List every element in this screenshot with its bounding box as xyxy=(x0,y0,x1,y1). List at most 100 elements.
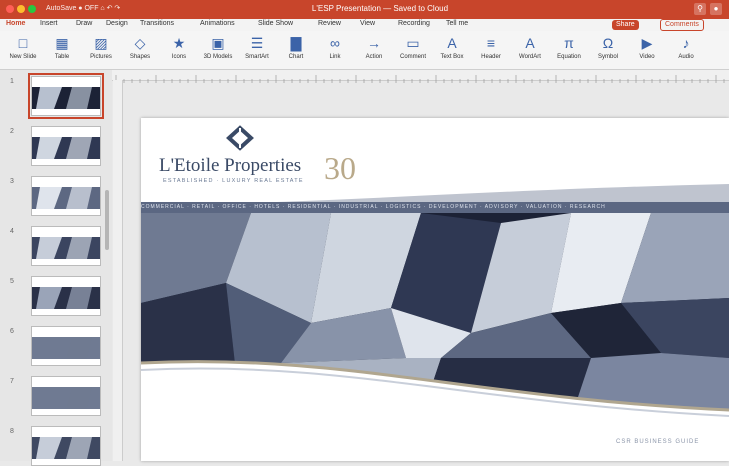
audio-icon: ♪ xyxy=(682,35,690,51)
ribbon-tabs: Share Comments Home Insert Draw Design Trans… xyxy=(0,19,729,31)
shapes-button[interactable]: ◇ Shapes xyxy=(123,34,157,60)
slide-thumbnail[interactable] xyxy=(28,73,104,119)
user-avatar[interactable]: ● xyxy=(710,3,722,15)
equation-button[interactable]: π Equation xyxy=(552,34,586,60)
video-icon: ▶ xyxy=(641,35,653,51)
icons-icon: ★ xyxy=(172,35,186,51)
slide-number: 6 xyxy=(10,328,14,335)
picture-icon: ▨ xyxy=(94,35,108,51)
pictures-button[interactable]: ▨ Pictures xyxy=(84,34,118,60)
slide-thumbnail[interactable] xyxy=(31,426,101,466)
share-button[interactable]: Share xyxy=(612,20,639,30)
action-icon: → xyxy=(367,35,381,51)
tab-recording[interactable]: Recording xyxy=(398,20,430,27)
cube-icon: ▣ xyxy=(211,35,225,51)
smartart-button[interactable]: ☰ SmartArt xyxy=(240,34,274,60)
new-slide-icon: □ xyxy=(18,35,28,51)
slide-number: 4 xyxy=(10,228,14,235)
ribbon-button-label: Audio xyxy=(678,54,694,60)
ribbon-button-label: Shapes xyxy=(129,54,151,60)
footer-swoosh xyxy=(141,360,729,418)
zoom-window-button[interactable] xyxy=(28,5,36,13)
icons-button[interactable]: ★ Icons xyxy=(162,34,196,60)
tab-design[interactable]: Design xyxy=(106,20,128,27)
slide-footer-text: CSR BUSINESS GUIDE xyxy=(616,439,700,445)
3d-models-button[interactable]: ▣ 3D Models xyxy=(201,34,235,60)
tab-transitions[interactable]: Transitions xyxy=(140,20,174,27)
ribbon-toolbar: □ New Slide ▦ Table ▨ Pictures ◇ Shapes ★ Icons ▣ 3… xyxy=(0,31,729,70)
slide-number: 7 xyxy=(10,378,14,385)
ribbon-button-label: Comment xyxy=(399,54,426,60)
link-icon: ∞ xyxy=(330,35,340,51)
ribbon-button-label: New Slide xyxy=(9,54,37,60)
new-slide-button[interactable]: □ New Slide xyxy=(6,34,40,60)
ribbon-button-label: Action xyxy=(365,54,383,60)
title-bar: AutoSave ● OFF ⌂ ↶ ↷ L'ESP Presentation … xyxy=(0,0,729,19)
wordart-icon: A xyxy=(525,35,535,51)
textbox-icon: A xyxy=(447,35,457,51)
slide-thumbnail[interactable] xyxy=(31,376,101,416)
slide-number: 5 xyxy=(10,278,14,285)
symbol-icon: Ω xyxy=(602,35,614,51)
slide-number: 2 xyxy=(10,128,14,135)
ribbon-button-label: Icons xyxy=(171,54,187,60)
slide-thumbnail[interactable] xyxy=(31,276,101,316)
ribbon-button-label: Chart xyxy=(288,54,304,60)
slide-nav-strip: COMMERCIAL · RETAIL · OFFICE · HOTELS · … xyxy=(141,202,729,213)
current-slide[interactable]: L'Etoile Properties ESTABLISHED · LUXURY… xyxy=(141,118,729,461)
tab-animations[interactable]: Animations xyxy=(200,20,235,27)
slide-thumbnail[interactable] xyxy=(31,226,101,266)
anniversary-mark: 30 xyxy=(324,150,356,186)
comment-button[interactable]: ▭ Comment xyxy=(396,34,430,60)
smartart-icon: ☰ xyxy=(250,35,264,51)
ribbon-button-label: Table xyxy=(54,54,70,60)
tab-draw[interactable]: Draw xyxy=(76,20,92,27)
minimize-window-button[interactable] xyxy=(17,5,25,13)
header-icon: ≡ xyxy=(486,35,496,51)
ruler-ticks xyxy=(115,75,725,83)
search-icon[interactable]: ⚲ xyxy=(694,3,706,15)
tab-insert[interactable]: Insert xyxy=(40,20,58,27)
tab-review[interactable]: Review xyxy=(318,20,341,27)
wordart-button[interactable]: A WordArt xyxy=(513,34,547,60)
ribbon-button-label: 3D Models xyxy=(203,54,233,60)
ribbon-button-label: Header xyxy=(481,54,501,60)
close-window-button[interactable] xyxy=(6,5,14,13)
horizontal-ruler xyxy=(112,70,729,83)
video-button[interactable]: ▶ Video xyxy=(630,34,664,60)
slide-thumbnail-panel: 1 2 3 4 5 6 7 8 xyxy=(0,70,113,466)
panel-scrollbar[interactable] xyxy=(105,190,109,250)
ribbon-button-label: Pictures xyxy=(90,54,112,60)
header-button[interactable]: ≡ Header xyxy=(474,34,508,60)
ribbon-button-label: Equation xyxy=(557,54,581,60)
slide-number: 8 xyxy=(10,428,14,435)
shapes-icon: ◇ xyxy=(134,35,146,51)
tab-slide-show[interactable]: Slide Show xyxy=(258,20,293,27)
slide-thumbnail[interactable] xyxy=(31,126,101,166)
tab-tell-me[interactable]: Tell me xyxy=(446,20,468,27)
brand-name: L'Etoile Properties xyxy=(159,155,302,176)
slide-number: 3 xyxy=(10,178,14,185)
quick-access-toolbar[interactable]: AutoSave ● OFF ⌂ ↶ ↷ xyxy=(46,4,120,12)
table-button[interactable]: ▦ Table xyxy=(45,34,79,60)
tab-view[interactable]: View xyxy=(360,20,375,27)
ribbon-button-label: Video xyxy=(639,54,655,60)
ribbon-button-label: Symbol xyxy=(597,54,618,60)
comment-icon: ▭ xyxy=(406,35,420,51)
slide-thumbnail[interactable] xyxy=(31,176,101,216)
chart-button[interactable]: ▇ Chart xyxy=(279,34,313,60)
ribbon-button-label: Link xyxy=(329,54,341,60)
brand-logo xyxy=(226,125,254,151)
link-button[interactable]: ∞ Link xyxy=(318,34,352,60)
ribbon-button-label: SmartArt xyxy=(245,54,269,60)
text-box-button[interactable]: A Text Box xyxy=(435,34,469,60)
chart-icon: ▇ xyxy=(290,35,302,51)
symbol-button[interactable]: Ω Symbol xyxy=(591,34,625,60)
action-button[interactable]: → Action xyxy=(357,34,391,60)
audio-button[interactable]: ♪ Audio xyxy=(669,34,703,60)
comments-button[interactable]: Comments xyxy=(660,19,704,31)
window-title: L'ESP Presentation — Saved to Cloud xyxy=(311,4,449,13)
slide-thumbnail[interactable] xyxy=(31,326,101,366)
tab-home[interactable]: Home xyxy=(6,20,25,27)
equation-icon: π xyxy=(564,35,574,51)
